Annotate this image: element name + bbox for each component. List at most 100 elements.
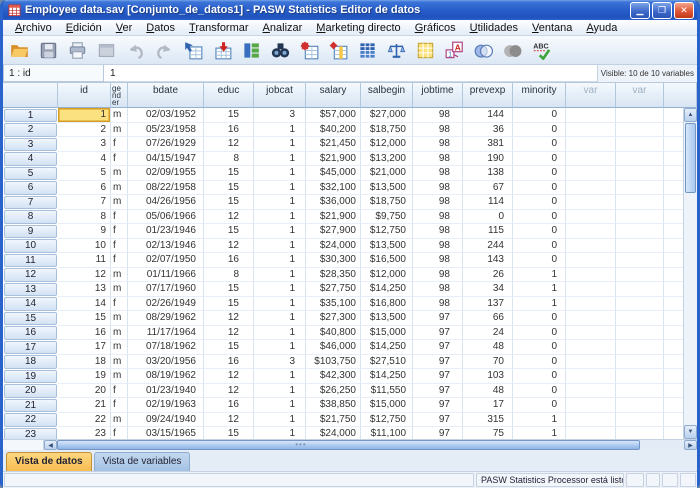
data-cell[interactable]: 07/17/1960 — [128, 282, 204, 297]
column-header-var[interactable]: var — [616, 83, 664, 108]
data-cell[interactable]: $16,800 — [361, 297, 413, 312]
horizontal-scrollbar[interactable]: ◀ ••• ▶ — [3, 439, 697, 450]
data-cell[interactable]: 98 — [413, 210, 463, 225]
data-cell[interactable]: m — [111, 326, 128, 341]
data-cell[interactable] — [566, 210, 616, 225]
menu-gr-ficos[interactable]: Gráficos — [408, 22, 463, 34]
column-header-var[interactable]: var — [566, 83, 616, 108]
column-header-id[interactable]: id — [58, 83, 111, 108]
data-cell[interactable]: 15 — [204, 224, 254, 239]
data-cell[interactable]: 15 — [204, 282, 254, 297]
data-cell[interactable]: 7 — [58, 195, 111, 210]
data-cell[interactable]: m — [111, 413, 128, 428]
row-header[interactable]: 3 — [4, 138, 57, 152]
data-cell[interactable] — [566, 195, 616, 210]
menu-analizar[interactable]: Analizar — [256, 22, 310, 34]
vertical-scrollbar[interactable]: ▲ ▼ — [683, 108, 697, 439]
data-cell[interactable]: 1 — [513, 282, 566, 297]
data-cell[interactable] — [566, 152, 616, 167]
scroll-down-icon[interactable]: ▼ — [684, 425, 697, 439]
data-cell[interactable]: $42,300 — [306, 369, 361, 384]
data-cell[interactable]: 12 — [204, 413, 254, 428]
data-cell[interactable]: 9 — [58, 224, 111, 239]
data-cell[interactable]: 1 — [254, 181, 306, 196]
variables-icon[interactable] — [239, 38, 264, 62]
data-cell[interactable]: 98 — [413, 123, 463, 138]
data-cell[interactable]: m — [111, 311, 128, 326]
row-header[interactable]: 6 — [4, 181, 57, 195]
data-cell[interactable]: 1 — [254, 427, 306, 439]
data-cell[interactable] — [616, 166, 664, 181]
scroll-right-icon[interactable]: ▶ — [684, 440, 697, 450]
data-cell[interactable]: 0 — [513, 195, 566, 210]
data-cell[interactable]: $12,000 — [361, 137, 413, 152]
data-cell[interactable] — [566, 384, 616, 399]
column-header-minority[interactable]: minority — [513, 83, 566, 108]
data-cell[interactable]: 13 — [58, 282, 111, 297]
data-cell[interactable]: 1 — [513, 427, 566, 439]
row-header[interactable]: 1 — [4, 109, 57, 123]
data-cell[interactable]: 05/06/1966 — [128, 210, 204, 225]
data-cell[interactable]: f — [111, 253, 128, 268]
data-cell[interactable]: 1 — [254, 253, 306, 268]
data-cell[interactable]: 244 — [463, 239, 513, 254]
data-cell[interactable]: 97 — [413, 326, 463, 341]
data-cell[interactable]: 03/20/1956 — [128, 355, 204, 370]
scroll-left-icon[interactable]: ◀ — [44, 440, 57, 450]
data-cell[interactable]: f — [111, 297, 128, 312]
data-cell[interactable]: 1 — [254, 268, 306, 283]
data-cell[interactable]: 26 — [463, 268, 513, 283]
row-header[interactable]: 8 — [4, 210, 57, 224]
data-cell[interactable]: 98 — [413, 224, 463, 239]
data-cell[interactable]: $13,200 — [361, 152, 413, 167]
data-cell[interactable]: $21,450 — [306, 137, 361, 152]
data-cell[interactable]: 02/19/1963 — [128, 398, 204, 413]
data-cell[interactable]: 75 — [463, 427, 513, 439]
data-cell[interactable]: $13,500 — [361, 311, 413, 326]
data-cell[interactable] — [616, 384, 664, 399]
data-cell[interactable]: 3 — [58, 137, 111, 152]
horizontal-scroll-thumb[interactable] — [57, 440, 640, 450]
data-cell[interactable]: $38,850 — [306, 398, 361, 413]
data-cell[interactable]: 07/18/1962 — [128, 340, 204, 355]
menu-ayuda[interactable]: Ayuda — [579, 22, 624, 34]
data-cell[interactable]: 144 — [463, 108, 513, 123]
print-icon[interactable] — [65, 38, 90, 62]
column-header-educ[interactable]: educ — [204, 83, 254, 108]
spell-check-icon[interactable]: ABC — [529, 38, 554, 62]
data-cell[interactable]: $12,750 — [361, 413, 413, 428]
data-cell[interactable] — [566, 166, 616, 181]
row-header[interactable]: 18 — [4, 355, 57, 369]
select-cases-icon[interactable] — [413, 38, 438, 62]
data-cell[interactable]: 97 — [413, 427, 463, 439]
data-cell[interactable]: 08/29/1962 — [128, 311, 204, 326]
data-cell[interactable] — [616, 311, 664, 326]
data-cell[interactable]: 98 — [413, 195, 463, 210]
data-cell[interactable] — [616, 224, 664, 239]
data-cell[interactable]: 0 — [513, 239, 566, 254]
data-cell[interactable]: $36,000 — [306, 195, 361, 210]
data-cell[interactable]: 0 — [513, 340, 566, 355]
tab-vista-de-datos[interactable]: Vista de datos — [6, 452, 92, 471]
data-cell[interactable]: 07/26/1929 — [128, 137, 204, 152]
data-cell[interactable]: 1 — [254, 384, 306, 399]
data-cell[interactable]: 97 — [413, 311, 463, 326]
data-cell[interactable]: f — [111, 224, 128, 239]
data-cell[interactable]: 48 — [463, 384, 513, 399]
data-cell[interactable]: 05/23/1958 — [128, 123, 204, 138]
data-cell[interactable]: 1 — [254, 224, 306, 239]
selected-cell[interactable]: 1 — [58, 108, 111, 123]
data-cell[interactable] — [566, 369, 616, 384]
row-header[interactable]: 19 — [4, 370, 57, 384]
data-cell[interactable]: f — [111, 384, 128, 399]
data-cell[interactable]: 114 — [463, 195, 513, 210]
data-cell[interactable]: $46,000 — [306, 340, 361, 355]
data-cell[interactable]: 1 — [254, 398, 306, 413]
data-cell[interactable]: $11,100 — [361, 427, 413, 439]
data-cell[interactable]: $15,000 — [361, 326, 413, 341]
menu-ventana[interactable]: Ventana — [525, 22, 579, 34]
save-icon[interactable] — [36, 38, 61, 62]
data-cell[interactable]: 1 — [254, 369, 306, 384]
data-cell[interactable]: 10 — [58, 239, 111, 254]
data-cell[interactable] — [616, 355, 664, 370]
